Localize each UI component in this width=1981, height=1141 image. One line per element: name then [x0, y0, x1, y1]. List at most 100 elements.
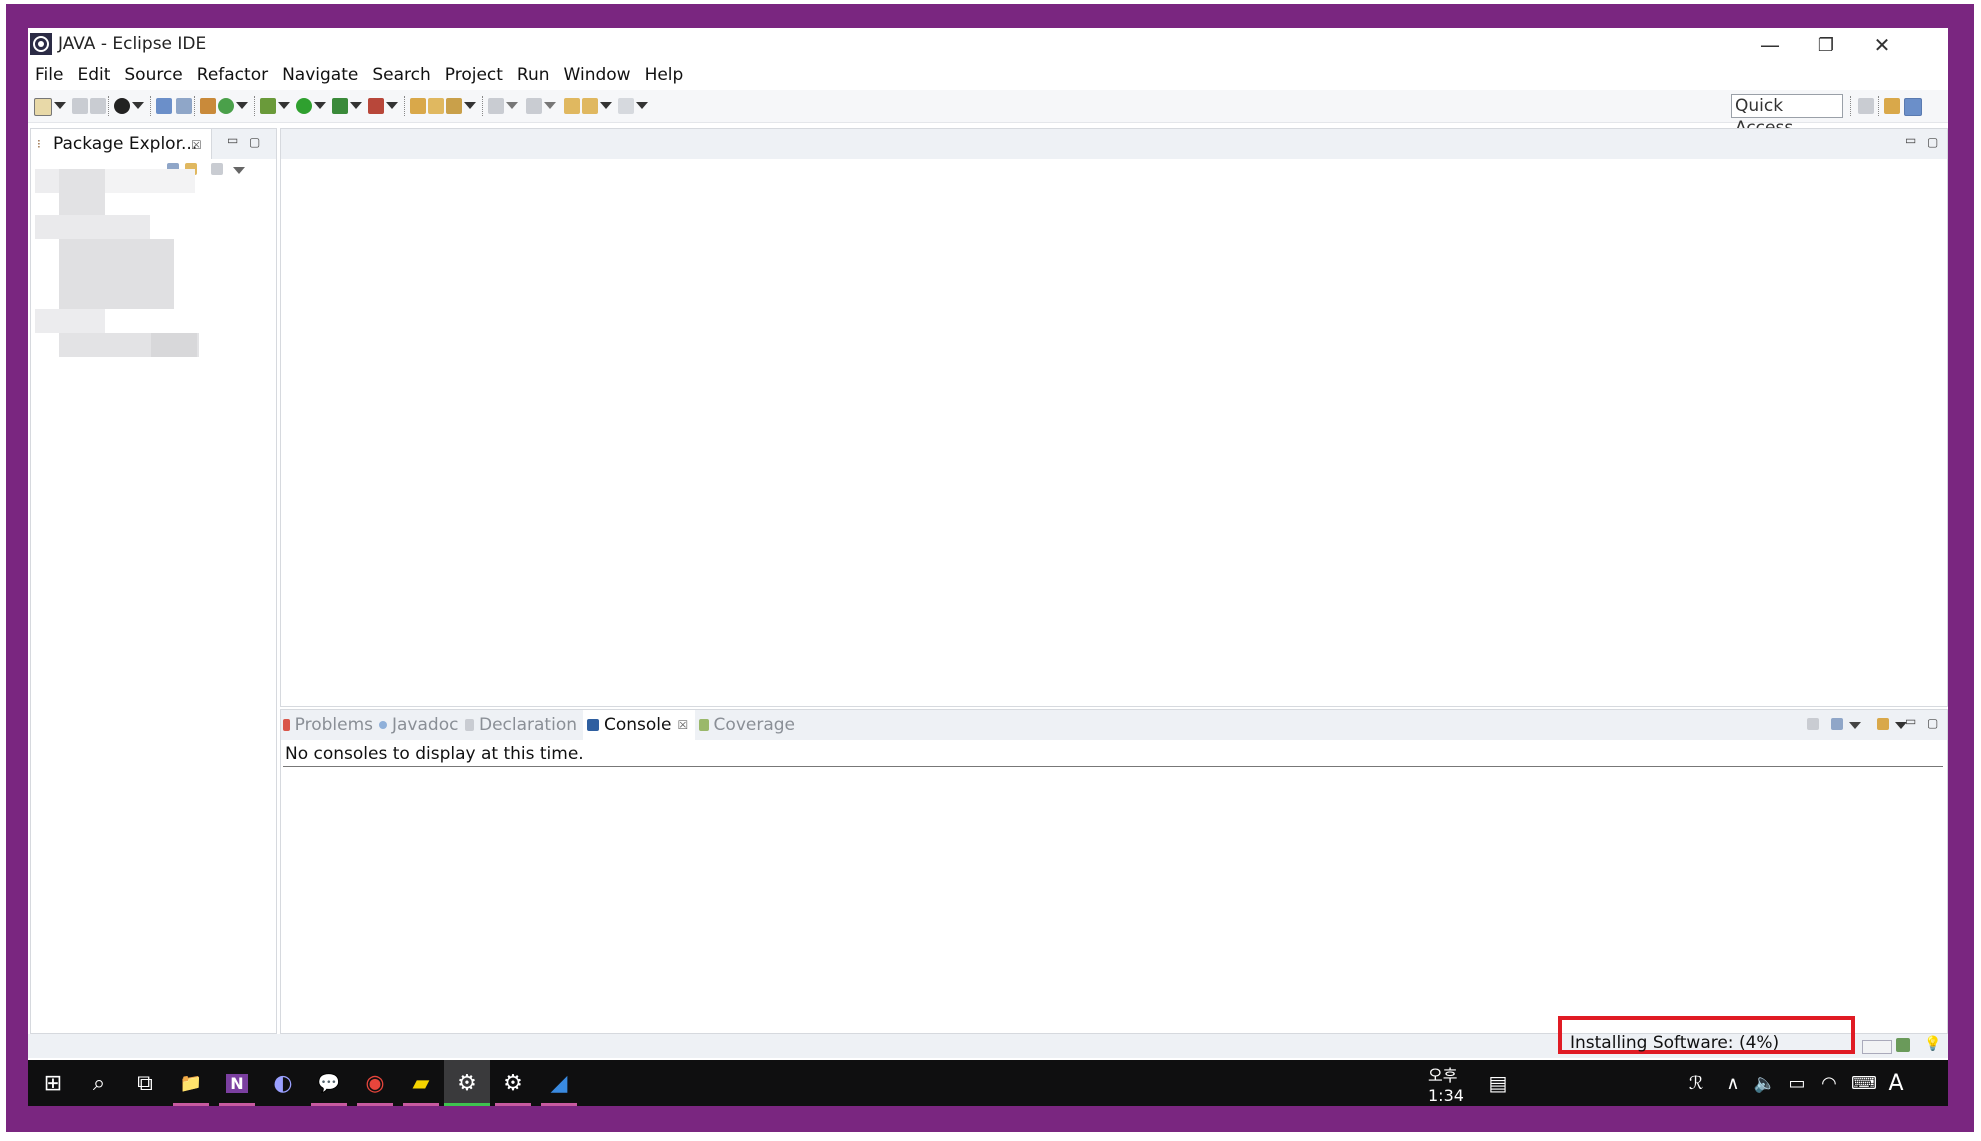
search-dropdown-icon[interactable] — [464, 102, 476, 109]
tab-javadoc[interactable]: Javadoc — [379, 710, 459, 740]
tab-console-label: Console — [604, 715, 672, 735]
battery-icon[interactable]: ▭ — [1782, 1060, 1812, 1106]
tab-problems[interactable]: Problems — [283, 710, 373, 740]
new-icon[interactable] — [34, 98, 52, 116]
maximize-console-icon[interactable]: ▢ — [1927, 716, 1938, 730]
minimize-editor-icon[interactable]: ▭ — [1905, 133, 1916, 147]
menu-help[interactable]: Help — [638, 65, 691, 85]
tab-declaration[interactable]: Declaration — [465, 710, 577, 740]
open-task-icon[interactable] — [428, 98, 444, 114]
eclipse-taskbar-icon[interactable]: ◐ — [260, 1060, 306, 1106]
new-class-dropdown-icon[interactable] — [236, 102, 248, 109]
menu-window[interactable]: Window — [557, 65, 638, 85]
pin-console-icon[interactable] — [1807, 718, 1819, 730]
next-annotation-dropdown-icon[interactable] — [506, 102, 518, 109]
task-view-icon[interactable]: ⧉ — [122, 1060, 168, 1106]
external-tools-dropdown-icon[interactable] — [386, 102, 398, 109]
next-annotation-icon[interactable] — [488, 98, 504, 114]
minimize-view-icon[interactable]: ▭ — [227, 133, 238, 147]
display-console-dropdown-icon[interactable] — [1849, 722, 1861, 729]
tip-lightbulb-icon[interactable]: 💡 — [1924, 1036, 1941, 1052]
tab-console[interactable]: Console ☒ — [583, 710, 695, 740]
menu-file[interactable]: File — [28, 65, 70, 85]
javadoc-icon — [379, 721, 387, 729]
new-package-icon[interactable] — [200, 98, 216, 114]
menu-run[interactable]: Run — [510, 65, 557, 85]
wifi-icon[interactable]: ◠ — [1814, 1060, 1844, 1106]
settings-taskbar-icon[interactable]: ⚙ — [490, 1060, 536, 1106]
coverage-icon[interactable] — [332, 98, 348, 114]
start-icon[interactable]: ⊞ — [30, 1060, 76, 1106]
onenote-icon[interactable]: N — [214, 1060, 260, 1106]
touch-keyboard-icon[interactable]: ⌨ — [1846, 1060, 1882, 1106]
skip-breakpoints-icon[interactable] — [176, 98, 192, 114]
back-dropdown-icon[interactable] — [600, 102, 612, 109]
maximize-view-icon[interactable]: ▢ — [249, 135, 260, 149]
display-console-icon[interactable] — [1831, 718, 1843, 730]
menu-refactor[interactable]: Refactor — [190, 65, 275, 85]
save-all-icon[interactable] — [90, 98, 106, 114]
close-button[interactable]: ✕ — [1847, 28, 1917, 62]
tab-coverage[interactable]: Coverage — [699, 710, 795, 740]
java-perspective-icon[interactable] — [1904, 98, 1922, 116]
forward-icon[interactable] — [618, 98, 634, 114]
console-icon — [587, 719, 599, 731]
forward-dropdown-icon[interactable] — [636, 102, 648, 109]
menu-search[interactable]: Search — [365, 65, 437, 85]
ime-indicator[interactable]: A — [1884, 1060, 1908, 1106]
package-explorer-tab[interactable]: ⁝ Package Explor... ☒ — [31, 129, 212, 159]
debug-profile-icon[interactable] — [114, 98, 130, 114]
file-explorer-icon[interactable]: 📁 — [168, 1060, 214, 1106]
menu-edit[interactable]: Edit — [70, 65, 117, 85]
menu-source[interactable]: Source — [117, 65, 189, 85]
quick-access-input[interactable]: Quick Access — [1731, 94, 1843, 138]
debug-dropdown-icon[interactable] — [278, 102, 290, 109]
run-dropdown-icon[interactable] — [314, 102, 326, 109]
maximize-editor-icon[interactable]: ▢ — [1927, 135, 1938, 149]
kakaotalk-icon[interactable]: 💬 — [306, 1060, 352, 1106]
people-icon[interactable]: ℛ — [1678, 1060, 1714, 1106]
package-explorer-icon: ⁝ — [37, 137, 41, 151]
toolbar-separator — [1878, 96, 1880, 116]
notification-icon[interactable]: ▤ — [1478, 1060, 1518, 1106]
debug-icon[interactable] — [260, 98, 276, 114]
sticky-notes-icon[interactable]: ▰ — [398, 1060, 444, 1106]
filters-icon[interactable] — [211, 163, 223, 175]
coverage-dropdown-icon[interactable] — [350, 102, 362, 109]
search-taskbar-icon[interactable]: ⌕ — [76, 1060, 122, 1106]
back-icon[interactable] — [582, 98, 598, 114]
eclipse-active-taskbar-icon[interactable]: ⚙ — [444, 1060, 490, 1106]
tab-javadoc-label: Javadoc — [392, 715, 459, 735]
volume-icon[interactable]: 🔈 — [1750, 1060, 1780, 1106]
minimize-console-icon[interactable]: ▭ — [1905, 714, 1916, 728]
toolbar-separator — [1850, 96, 1852, 116]
profile-dropdown-icon[interactable] — [132, 102, 144, 109]
editor-area[interactable]: ▭ ▢ — [280, 128, 1948, 707]
menu-project[interactable]: Project — [438, 65, 510, 85]
prev-annotation-icon[interactable] — [526, 98, 542, 114]
chrome-icon[interactable]: ◉ — [352, 1060, 398, 1106]
open-console-icon[interactable] — [1877, 718, 1889, 730]
save-icon[interactable] — [72, 98, 88, 114]
last-edit-location-icon[interactable] — [564, 98, 580, 114]
new-class-icon[interactable] — [218, 98, 234, 114]
blue-app-icon[interactable]: ◢ — [536, 1060, 582, 1106]
view-menu-icon[interactable] — [233, 167, 245, 174]
close-tab-icon[interactable]: ☒ — [191, 138, 202, 152]
tray-chevron-icon[interactable]: ∧ — [1718, 1060, 1748, 1106]
close-console-tab-icon[interactable]: ☒ — [678, 718, 689, 732]
progress-view-icon[interactable] — [1896, 1038, 1910, 1052]
installing-software-status[interactable]: Installing Software: (4%) — [1570, 1033, 1779, 1053]
title-bar[interactable]: JAVA - Eclipse IDE — ❐ ✕ — [28, 28, 1948, 62]
new-dropdown-icon[interactable] — [54, 102, 66, 109]
prev-annotation-dropdown-icon[interactable] — [544, 102, 556, 109]
run-icon[interactable] — [296, 98, 312, 114]
menu-navigate[interactable]: Navigate — [275, 65, 365, 85]
open-type-icon[interactable] — [410, 98, 426, 114]
external-tools-icon[interactable] — [368, 98, 384, 114]
search-icon[interactable] — [446, 98, 462, 114]
terminal-icon[interactable] — [156, 98, 172, 114]
progress-bar[interactable] — [1862, 1040, 1892, 1054]
open-perspective-icon[interactable] — [1858, 98, 1874, 114]
java-ee-perspective-icon[interactable] — [1884, 98, 1900, 114]
